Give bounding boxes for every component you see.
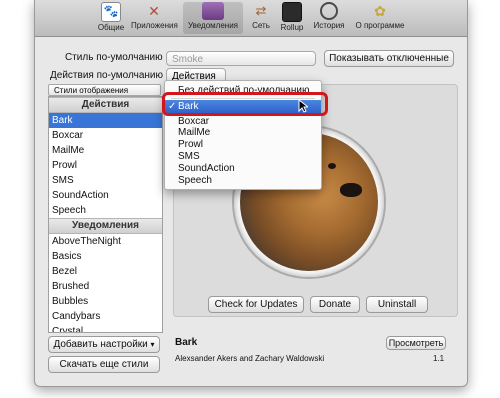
dog-nose — [340, 183, 362, 197]
dog-eye — [328, 163, 336, 169]
list-item[interactable]: SoundAction — [49, 188, 162, 203]
tab-rollup[interactable]: Rollup — [277, 2, 307, 34]
plugin-name: Bark — [175, 337, 198, 348]
list-item[interactable]: Basics — [49, 249, 162, 264]
list-item[interactable]: Crystal — [49, 324, 162, 332]
check-updates-button[interactable]: Check for Updates — [208, 296, 304, 313]
default-style-label: Стиль по-умолчанию — [65, 52, 163, 63]
uninstall-button[interactable]: Uninstall — [366, 296, 428, 313]
list-item[interactable]: Boxcar — [49, 128, 162, 143]
about-icon: ✿ — [374, 3, 386, 19]
get-more-styles-button[interactable]: Скачать еще стили — [48, 356, 160, 373]
styles-filter-label: Стили отображения — [54, 86, 129, 95]
tab-about[interactable]: ✿ О программе — [351, 2, 409, 34]
list-item[interactable]: Candybars — [49, 309, 162, 324]
section-header-actions: Действия — [49, 97, 162, 113]
list-item[interactable]: Prowl — [49, 158, 162, 173]
chevron-down-icon: ▾ — [150, 340, 155, 349]
donate-button[interactable]: Donate — [310, 296, 360, 313]
paw-icon: 🐾 — [101, 2, 121, 22]
styles-list: Действия Bark Boxcar MailMe Prowl SMS So… — [48, 96, 163, 333]
show-disabled-button[interactable]: Показывать отключенные — [324, 50, 454, 67]
menu-item-speech[interactable]: Speech — [165, 174, 321, 187]
preferences-window: 🐾 Общие ✕ Приложения Уведомления ⇄ Сеть … — [34, 0, 468, 387]
default-style-value: Smoke — [172, 54, 204, 65]
tab-history[interactable]: История — [311, 2, 347, 34]
default-action-label: Действия по-умолчанию — [50, 70, 163, 81]
list-item[interactable]: Bubbles — [49, 294, 162, 309]
rollup-icon — [282, 2, 302, 22]
list-item[interactable]: SMS — [49, 173, 162, 188]
tab-applications[interactable]: ✕ Приложения — [131, 2, 178, 34]
tab-general[interactable]: 🐾 Общие — [95, 2, 127, 34]
list-item[interactable]: Bezel — [49, 264, 162, 279]
list-item[interactable]: AboveTheNight — [49, 234, 162, 249]
default-style-select[interactable]: Smoke — [166, 51, 316, 66]
history-icon — [320, 2, 338, 20]
plugin-authors: Alexsander Akers and Zachary Waldowski — [175, 354, 325, 363]
list-item[interactable]: Bark — [49, 113, 162, 128]
signpost-icon: ⇄ — [255, 3, 267, 18]
list-item[interactable]: MailMe — [49, 143, 162, 158]
tab-network[interactable]: ⇄ Сеть — [249, 2, 273, 34]
preview-button[interactable]: Просмотреть — [386, 336, 446, 350]
tools-icon: ✕ — [148, 3, 160, 19]
plugin-version: 1.1 — [433, 354, 445, 363]
tab-notifications[interactable]: Уведомления — [183, 2, 243, 34]
list-item[interactable]: Speech — [49, 203, 162, 218]
notification-icon — [202, 2, 224, 20]
add-settings-button[interactable]: Добавить настройки ▾ — [48, 336, 160, 353]
list-item[interactable]: Brushed — [49, 279, 162, 294]
mouse-pointer-icon — [298, 99, 308, 113]
styles-filter-select[interactable]: Стили отображения — [48, 84, 161, 96]
toolbar: 🐾 Общие ✕ Приложения Уведомления ⇄ Сеть … — [35, 0, 467, 37]
section-header-notifications: Уведомления — [49, 218, 162, 234]
